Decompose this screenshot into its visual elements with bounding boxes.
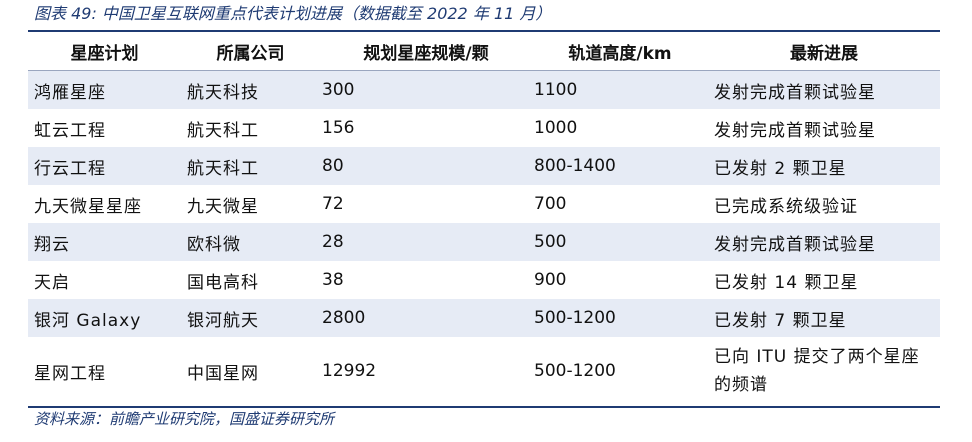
cell-orbit-altitude: 1000 <box>532 109 708 147</box>
cell-progress: 已发射 2 颗卫星 <box>708 147 940 185</box>
cell-company: 航天科技 <box>181 70 320 109</box>
cell-company: 银河航天 <box>181 299 320 337</box>
cell-planned-size: 12992 <box>320 337 532 405</box>
cell-orbit-altitude: 500-1200 <box>532 337 708 405</box>
cell-constellation: 虹云工程 <box>28 109 181 147</box>
header-company: 所属公司 <box>181 32 320 71</box>
cell-company: 国电高科 <box>181 261 320 299</box>
cell-orbit-altitude: 900 <box>532 261 708 299</box>
cell-planned-size: 300 <box>320 70 532 109</box>
cell-constellation: 银河 Galaxy <box>28 299 181 337</box>
table-row: 鸿雁星座 航天科技 300 1100 发射完成首颗试验星 <box>28 70 940 109</box>
cell-progress: 已发射 14 颗卫星 <box>708 261 940 299</box>
source-note: 资料来源：前瞻产业研究院，国盛证券研究所 <box>34 410 335 428</box>
cell-planned-size: 156 <box>320 109 532 147</box>
cell-constellation: 天启 <box>28 261 181 299</box>
cell-constellation: 行云工程 <box>28 147 181 185</box>
cell-orbit-altitude: 500 <box>532 223 708 261</box>
cell-company: 航天科工 <box>181 147 320 185</box>
cell-orbit-altitude: 700 <box>532 185 708 223</box>
header-latest-progress: 最新进展 <box>708 32 940 71</box>
cell-constellation: 鸿雁星座 <box>28 70 181 109</box>
header-constellation-plan: 星座计划 <box>28 32 181 71</box>
cell-progress: 已向 ITU 提交了两个星座的频谱 <box>708 337 940 405</box>
cell-company: 航天科工 <box>181 109 320 147</box>
cell-orbit-altitude: 800-1400 <box>532 147 708 185</box>
cell-planned-size: 80 <box>320 147 532 185</box>
cell-company: 中国星网 <box>181 337 320 405</box>
table-row: 天启 国电高科 38 900 已发射 14 颗卫星 <box>28 261 940 299</box>
cell-orbit-altitude: 1100 <box>532 70 708 109</box>
table-row: 行云工程 航天科工 80 800-1400 已发射 2 颗卫星 <box>28 147 940 185</box>
cell-constellation: 九天微星星座 <box>28 185 181 223</box>
cell-progress: 已完成系统级验证 <box>708 185 940 223</box>
cell-progress: 发射完成首颗试验星 <box>708 70 940 109</box>
header-planned-size: 规划星座规模/颗 <box>320 32 532 71</box>
header-orbit-altitude: 轨道高度/km <box>532 32 708 71</box>
cell-constellation: 星网工程 <box>28 337 181 405</box>
cell-planned-size: 72 <box>320 185 532 223</box>
table-caption: 图表 49: 中国卫星互联网重点代表计划进展（数据截至 2022 年 11 月） <box>34 4 552 23</box>
cell-progress: 发射完成首颗试验星 <box>708 109 940 147</box>
table-row: 银河 Galaxy 银河航天 2800 500-1200 已发射 7 颗卫星 <box>28 299 940 337</box>
table-row: 虹云工程 航天科工 156 1000 发射完成首颗试验星 <box>28 109 940 147</box>
data-table: 星座计划 所属公司 规划星座规模/颗 轨道高度/km 最新进展 鸿雁星座 航天科… <box>28 32 940 405</box>
cell-planned-size: 38 <box>320 261 532 299</box>
cell-company: 欧科微 <box>181 223 320 261</box>
cell-constellation: 翔云 <box>28 223 181 261</box>
cell-orbit-altitude: 500-1200 <box>532 299 708 337</box>
table-row: 翔云 欧科微 28 500 发射完成首颗试验星 <box>28 223 940 261</box>
cell-company: 九天微星 <box>181 185 320 223</box>
header-row: 星座计划 所属公司 规划星座规模/颗 轨道高度/km 最新进展 <box>28 32 940 71</box>
table-row: 九天微星星座 九天微星 72 700 已完成系统级验证 <box>28 185 940 223</box>
cell-progress: 已发射 7 颗卫星 <box>708 299 940 337</box>
cell-planned-size: 2800 <box>320 299 532 337</box>
table-row: 星网工程 中国星网 12992 500-1200 已向 ITU 提交了两个星座的… <box>28 337 940 405</box>
cell-progress: 发射完成首颗试验星 <box>708 223 940 261</box>
cell-planned-size: 28 <box>320 223 532 261</box>
